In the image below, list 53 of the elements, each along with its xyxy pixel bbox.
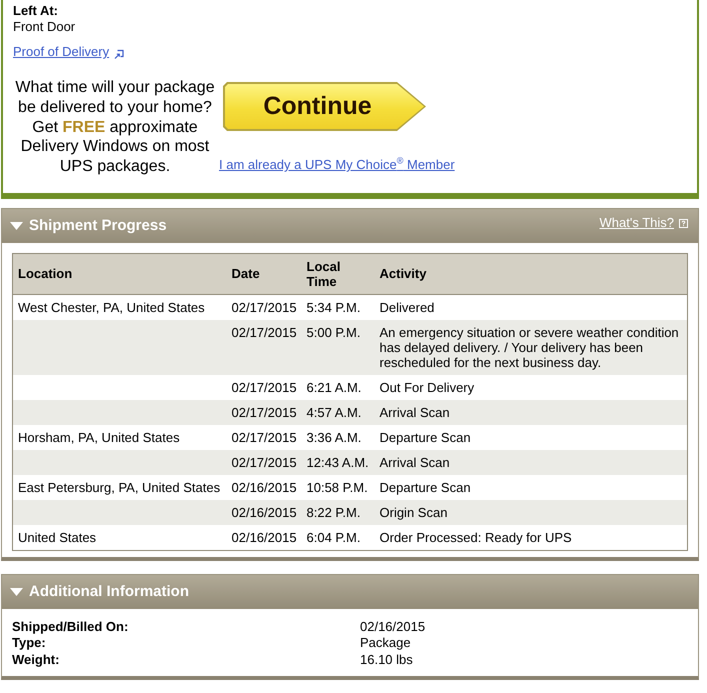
- activity-cell: Departure Scan: [374, 424, 688, 450]
- location-cell: Horsham, PA, United States: [12, 424, 226, 450]
- new-window-icon[interactable]: [114, 48, 124, 58]
- field-label: Shipped/Billed On:: [12, 618, 130, 636]
- time-cell: 6:04 P.M.: [302, 524, 374, 550]
- activity-cell: Order Processed: Ready for UPS: [374, 524, 688, 550]
- date-cell: 02/16/2015: [226, 524, 302, 550]
- column-header: Local Time: [302, 253, 374, 294]
- activity-cell: An emergency situation or severe weather condition has delayed delivery. / Your delivery has been rescheduled for the next business day.: [374, 320, 688, 375]
- continue-button[interactable]: Continue: [223, 82, 426, 131]
- date-cell: 02/17/2015: [226, 400, 302, 425]
- activity-cell: Arrival Scan: [374, 400, 688, 425]
- field-label: Weight:: [12, 652, 60, 668]
- activity-cell: Out For Delivery: [374, 374, 688, 400]
- column-header: Activity: [374, 253, 688, 294]
- activity-cell: Arrival Scan: [374, 450, 688, 475]
- time-cell: 12:43 A.M.: [302, 450, 374, 475]
- date-cell: 02/17/2015: [226, 450, 302, 475]
- promo-text: What time will your package be delivered to your home? Get FREE approximate Delivery Windows on most UPS packages.: [14, 78, 216, 177]
- activity-cell: Delivered: [374, 294, 688, 320]
- location-cell: United States: [12, 524, 226, 550]
- date-cell: 02/17/2015: [226, 294, 302, 320]
- date-cell: 02/16/2015: [226, 500, 302, 525]
- date-cell: 02/17/2015: [226, 424, 302, 450]
- panel-title: Additional Information: [29, 583, 189, 600]
- time-cell: 5:34 P.M.: [302, 294, 374, 320]
- time-cell: 6:21 A.M.: [302, 374, 374, 400]
- field-label: Left At:: [13, 3, 60, 19]
- field-value: 02/16/2015: [360, 618, 426, 636]
- time-cell: 5:00 P.M.: [302, 320, 374, 375]
- activity-cell: Origin Scan: [374, 500, 688, 525]
- proof-of-delivery-link[interactable]: Proof of Delivery: [13, 44, 110, 60]
- field-value: 16.10 lbs: [360, 652, 414, 668]
- field-label: Type:: [12, 635, 47, 652]
- disclosure-triangle-icon[interactable]: [10, 222, 23, 230]
- activity-cell: Departure Scan: [374, 474, 688, 500]
- field-value: Package: [360, 635, 412, 652]
- location-cell: East Petersburg, PA, United States: [12, 474, 226, 500]
- date-cell: 02/16/2015: [226, 474, 302, 500]
- time-cell: 4:57 A.M.: [302, 400, 374, 425]
- time-cell: 3:36 A.M.: [302, 424, 374, 450]
- time-cell: 8:22 P.M.: [302, 500, 374, 525]
- help-icon[interactable]: [679, 218, 688, 228]
- time-cell: 10:58 P.M.: [302, 474, 374, 500]
- date-cell: 02/17/2015: [226, 374, 302, 400]
- location-cell: West Chester, PA, United States: [12, 294, 226, 320]
- disclosure-triangle-icon[interactable]: [10, 588, 23, 596]
- column-header: Date: [226, 253, 302, 294]
- date-cell: 02/17/2015: [226, 320, 302, 375]
- field-value: Front Door: [13, 19, 76, 35]
- column-header: Location: [12, 253, 226, 294]
- my-choice-member-link[interactable]: I am already a UPS My Choice$^{®}$ Member: [219, 157, 455, 172]
- panel-title: Shipment Progress: [29, 217, 167, 234]
